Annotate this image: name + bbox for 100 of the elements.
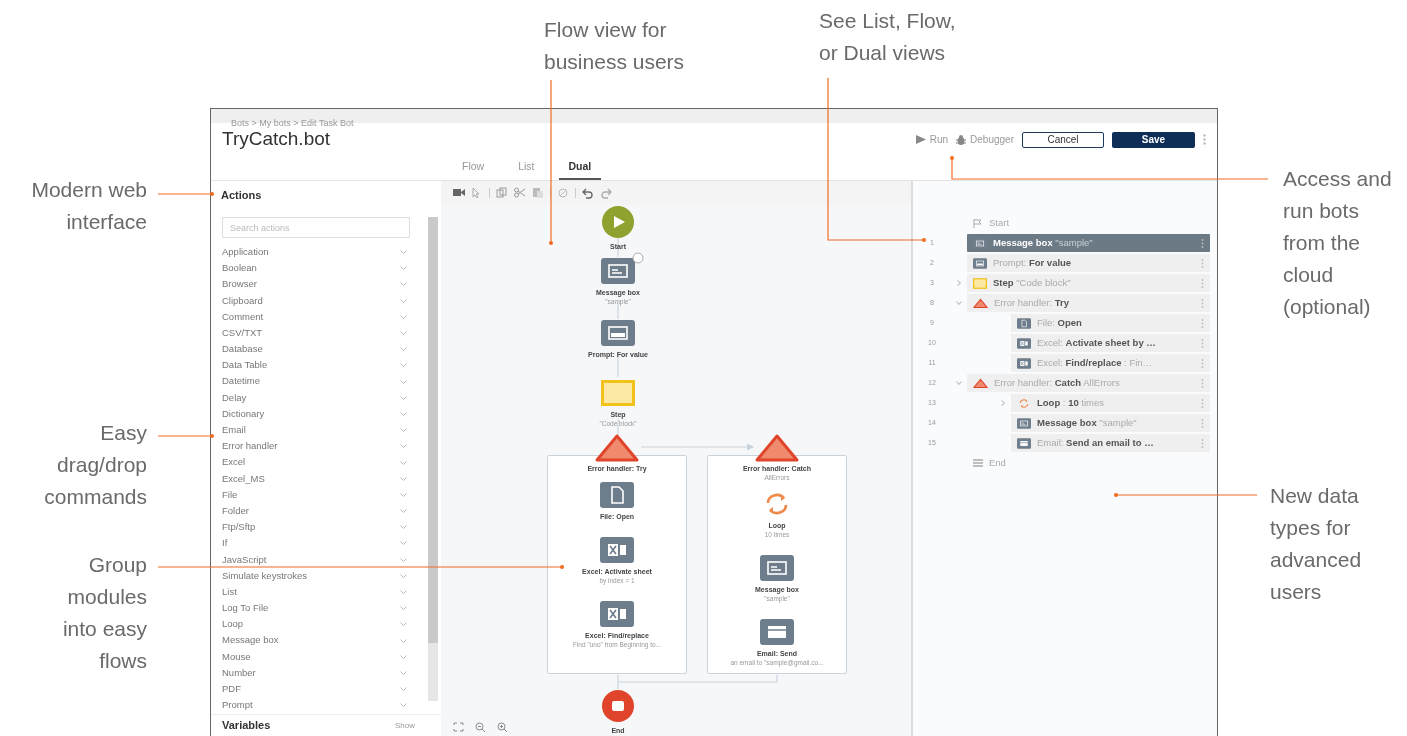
action-category[interactable]: CSV/TXT: [211, 324, 429, 342]
action-category[interactable]: Browser: [211, 276, 429, 293]
debugger-button[interactable]: Debugger: [956, 132, 1014, 147]
step-row[interactable]: Message box "sample": [967, 234, 1210, 252]
leader-line: [157, 192, 214, 196]
action-category[interactable]: Excel: [211, 454, 429, 471]
action-category[interactable]: Application: [211, 244, 429, 261]
more-menu-icon[interactable]: [1201, 238, 1204, 248]
message-window-icon[interactable]: [601, 258, 635, 284]
more-menu-icon[interactable]: [1203, 134, 1206, 145]
prompt-window-icon[interactable]: [601, 320, 635, 346]
spreadsheet-icon[interactable]: [600, 601, 634, 627]
chevron-down-icon: [400, 476, 407, 481]
action-category[interactable]: Excel_MS: [211, 470, 429, 487]
more-menu-icon[interactable]: [1201, 278, 1204, 288]
chevron-down-icon[interactable]: [956, 300, 962, 306]
spreadsheet-icon[interactable]: [600, 537, 634, 563]
spreadsheet-icon: [1017, 337, 1031, 349]
step-row[interactable]: File: Open: [1011, 314, 1210, 332]
action-category[interactable]: Email: [211, 422, 429, 439]
scissors-icon[interactable]: [514, 187, 526, 199]
chevron-right-icon[interactable]: [956, 280, 962, 286]
more-menu-icon[interactable]: [1201, 418, 1204, 428]
search-field[interactable]: Search actions: [222, 217, 410, 238]
copy-icon[interactable]: [496, 187, 508, 199]
fit-screen-icon[interactable]: [453, 722, 464, 732]
scrollbar[interactable]: [428, 217, 438, 701]
more-menu-icon[interactable]: [1201, 378, 1204, 388]
step-row[interactable]: Message box "sample": [1011, 414, 1210, 432]
prompt-window-icon: [973, 257, 987, 269]
spreadsheet-icon: [1017, 357, 1031, 369]
leader-line: [157, 434, 214, 438]
view-tab[interactable]: List: [508, 156, 545, 180]
callout-text: New data types for advanced users: [1270, 483, 1362, 605]
flag-icon: [973, 218, 983, 228]
play-icon[interactable]: [602, 206, 634, 238]
chevron-right-icon[interactable]: [1000, 400, 1006, 406]
paste-icon[interactable]: [532, 187, 544, 199]
chevron-down-icon: [400, 638, 407, 643]
action-category[interactable]: Datetime: [211, 373, 429, 390]
chevron-down-icon: [400, 654, 407, 659]
action-category[interactable]: Delay: [211, 389, 429, 406]
step-row[interactable]: Email: Send an email to …: [1011, 434, 1210, 452]
action-category[interactable]: Clipboard: [211, 292, 429, 309]
envelope-icon[interactable]: [760, 619, 794, 645]
action-category[interactable]: Boolean: [211, 260, 429, 277]
redo-icon[interactable]: [600, 187, 612, 199]
cancel-button[interactable]: Cancel: [1022, 131, 1104, 148]
action-category[interactable]: Data Table: [211, 357, 429, 374]
action-category[interactable]: Message box: [211, 632, 429, 649]
more-menu-icon[interactable]: [1201, 338, 1204, 348]
chevron-down-icon[interactable]: [956, 380, 962, 386]
document-icon[interactable]: [600, 482, 634, 508]
action-category[interactable]: Loop: [211, 616, 429, 633]
message-window-icon[interactable]: [760, 555, 794, 581]
square-icon[interactable]: [601, 380, 635, 406]
warning-triangle-icon[interactable]: [595, 434, 639, 462]
zoom-out-icon[interactable]: [475, 722, 486, 732]
view-tab[interactable]: Flow: [452, 156, 495, 180]
more-menu-icon[interactable]: [1201, 438, 1204, 448]
more-menu-icon[interactable]: [1201, 258, 1204, 268]
chevron-down-icon: [400, 541, 407, 546]
step-row[interactable]: Excel: Activate sheet by …: [1011, 334, 1210, 352]
step-row[interactable]: Error handler: Try: [967, 294, 1210, 312]
action-category[interactable]: Prompt: [211, 697, 429, 714]
action-category[interactable]: Dictionary: [211, 405, 429, 423]
more-menu-icon[interactable]: [1201, 398, 1204, 408]
action-category[interactable]: File: [211, 486, 429, 503]
action-category[interactable]: Simulate keystrokes: [211, 567, 429, 584]
action-category[interactable]: Database: [211, 341, 429, 358]
action-category[interactable]: Comment: [211, 308, 429, 325]
more-menu-icon[interactable]: [1201, 318, 1204, 328]
undo-icon[interactable]: [582, 187, 594, 199]
step-row[interactable]: Error handler: Catch AllErrors: [967, 374, 1210, 392]
action-category[interactable]: List: [211, 583, 429, 601]
action-category[interactable]: JavaScript: [211, 551, 429, 568]
zoom-in-icon[interactable]: [497, 722, 508, 732]
warning-triangle-icon[interactable]: [755, 434, 799, 462]
step-label: Prompt: For value: [993, 255, 1073, 270]
more-menu-icon[interactable]: [1201, 358, 1204, 368]
show-toggle[interactable]: Show: [395, 719, 415, 732]
step-row[interactable]: Step "Code block": [967, 274, 1210, 292]
action-category[interactable]: If: [211, 535, 429, 552]
action-category[interactable]: Mouse: [211, 648, 429, 665]
step-row[interactable]: Excel: Find/replace : Fin…: [1011, 354, 1210, 372]
action-category[interactable]: Folder: [211, 503, 429, 520]
action-category[interactable]: Log To File: [211, 600, 429, 617]
stop-icon[interactable]: [602, 690, 634, 722]
more-menu-icon[interactable]: [1201, 298, 1204, 308]
save-button[interactable]: Save: [1112, 131, 1195, 148]
action-category[interactable]: Number: [211, 664, 429, 682]
disable-icon[interactable]: [557, 187, 569, 199]
grid-icon: [973, 459, 983, 467]
step-row[interactable]: Prompt: For value: [967, 254, 1210, 272]
action-category[interactable]: Error handler: [211, 438, 429, 455]
run-button[interactable]: Run: [915, 132, 949, 147]
video-camera-icon[interactable]: [453, 187, 465, 199]
step-row[interactable]: Loop : 10 times: [1011, 394, 1210, 412]
action-category[interactable]: PDF: [211, 681, 429, 698]
action-category[interactable]: Ftp/Sftp: [211, 519, 429, 536]
